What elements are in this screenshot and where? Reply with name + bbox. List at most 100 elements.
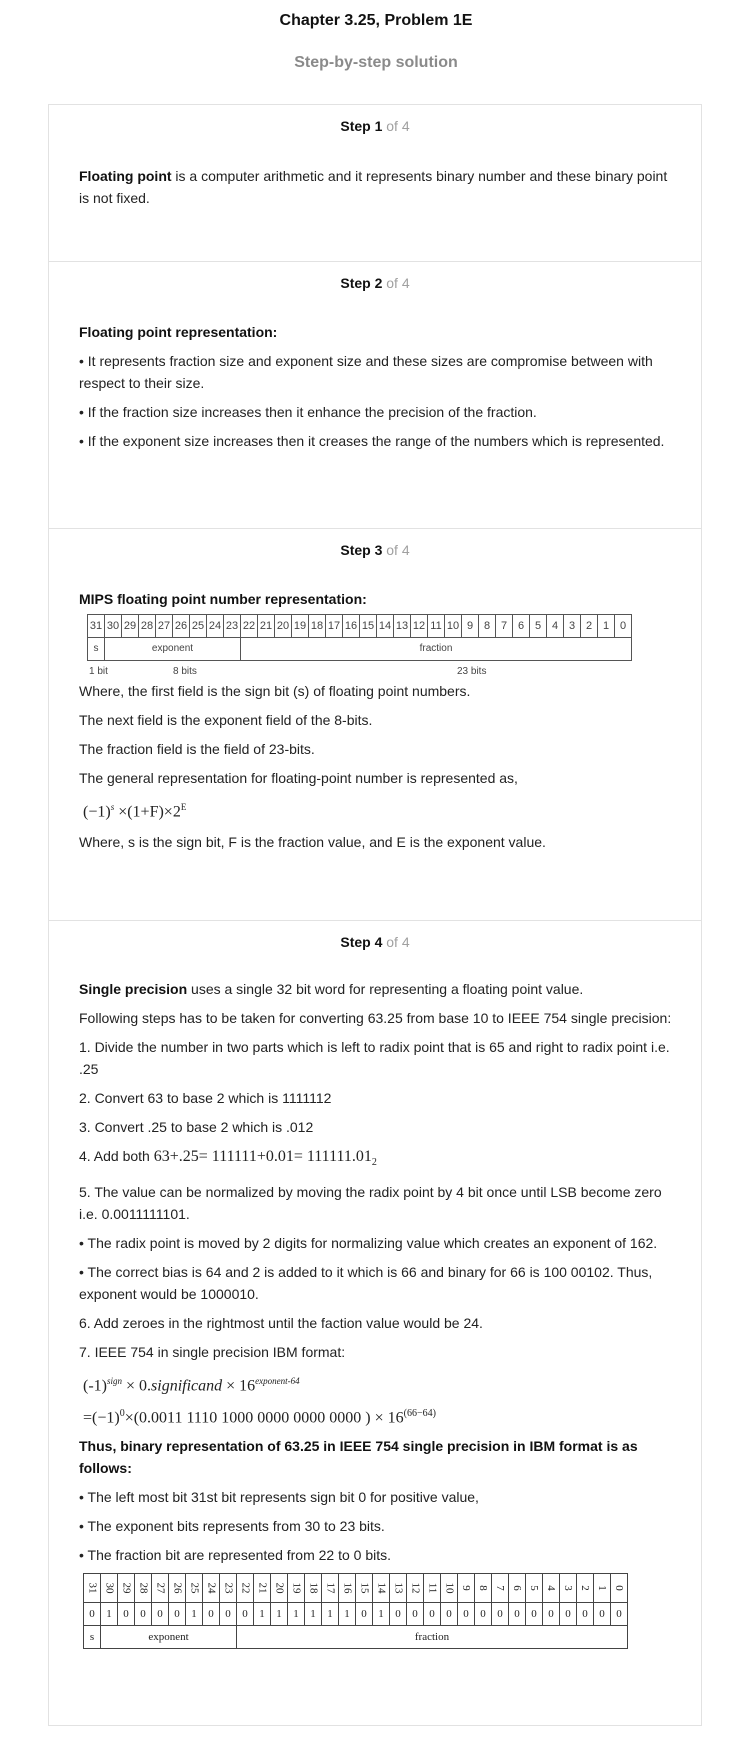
bit-value-cell: 0 [457, 1602, 475, 1627]
text-line: Where, the first field is the sign bit (… [79, 683, 471, 699]
bit-number-cell: 6 [512, 614, 530, 638]
bullet-item: • If the fraction size increases then it… [79, 404, 537, 420]
text-line: The fraction field is the field of 23-bi… [79, 741, 315, 757]
step-1: Step 1 of 4 Floating point is a computer… [49, 105, 701, 262]
bit-number-cell: 0 [614, 614, 632, 638]
bit-value-cell: 0 [491, 1602, 509, 1627]
step-1-header: Step 1 of 4 [49, 118, 701, 134]
fraction-field: fraction [236, 1625, 628, 1650]
bit-number-cell: 22 [240, 614, 258, 638]
bit-number-cell: 19 [291, 614, 309, 638]
bit-value-row: 01000010001111110100000000000000 [83, 1602, 628, 1627]
bit-number-row: 31 30 29 28 27 26 25 24 23 22 21 20 19 18 17 16 15 14 13 12… [87, 614, 632, 638]
bit-value-cell: 0 [508, 1602, 526, 1627]
step-3-body: MIPS floating point number representatio… [79, 588, 679, 860]
bit-number-cell: 30 [104, 614, 122, 638]
bit-value-cell: 1 [270, 1602, 288, 1627]
bullet-item: • The correct bias is 64 and 2 is added … [79, 1263, 653, 1302]
bullet-item: • The exponent bits represents from 30 t… [79, 1518, 385, 1535]
bit-number-cell: 29 [121, 614, 139, 638]
sign-field: s [87, 637, 105, 661]
section-heading: MIPS floating point number representatio… [79, 591, 367, 607]
step-4-header: Step 4 of 4 [49, 934, 701, 950]
exponent-field: exponent [100, 1625, 237, 1650]
exponent-field: exponent [104, 637, 241, 661]
bit-number-cell: 9 [461, 614, 479, 638]
bit-value-cell: 0 [202, 1602, 220, 1627]
bit-value-cell: 0 [389, 1602, 407, 1627]
step-3: Step 3 of 4 MIPS floating point number r… [49, 529, 701, 921]
step-4-body: Single precision uses a single 32 bit wo… [79, 978, 679, 1650]
bit-value-cell: 0 [151, 1602, 169, 1627]
step-4: Step 4 of 4 Single precision uses a sing… [49, 921, 701, 1725]
bit-value-cell: 1 [100, 1602, 118, 1627]
bit-value-cell: 0 [610, 1602, 628, 1627]
bit-number-cell: 24 [206, 614, 224, 638]
bit-value-cell: 1 [185, 1602, 203, 1627]
step-count: of 4 [386, 118, 410, 134]
step-count: of 4 [386, 934, 410, 950]
list-item: 1. Divide the number in two parts which … [79, 1039, 670, 1077]
conclusion-text: Thus, binary representation of 63.25 in … [79, 1438, 638, 1477]
bit-number-cell: 23 [223, 614, 241, 638]
field-sizes: 1 bit 8 bits 23 bits [87, 661, 679, 677]
page-title: Chapter 3.25, Problem 1E [279, 12, 473, 29]
term-single-precision: Single precision [79, 981, 188, 997]
bit-number-cell: 17 [325, 614, 343, 638]
bit-value-cell: 0 [117, 1602, 135, 1627]
bit-number-cell: 12 [410, 614, 428, 638]
bit-value-cell: 0 [559, 1602, 577, 1627]
ibm-format-equation: (-1)sign × 0.significand × 16exponent-64 [83, 1375, 300, 1395]
step-3-header: Step 3 of 4 [49, 542, 701, 558]
bit-number-cell: 27 [155, 614, 173, 638]
fraction-size: 23 bits [457, 666, 487, 677]
bit-number-cell: 31 [87, 614, 105, 638]
bit-value-cell: 0 [593, 1602, 611, 1627]
bit-value-cell: 1 [287, 1602, 305, 1627]
bit-value-cell: 0 [134, 1602, 152, 1627]
bit-value-cell: 0 [474, 1602, 492, 1627]
text-line: Following steps has to be taken for conv… [79, 1010, 672, 1026]
bit-number-row: 31 30 29 28 27 26 25 24 23 22 21 20 19 18 17 16 15 14 13 12… [83, 1573, 628, 1604]
step-2-header: Step 2 of 4 [49, 275, 701, 291]
mips-bit-layout-table: 31 30 29 28 27 26 25 24 23 22 21 20 19 18 17 16 15 14 13 12… [87, 614, 632, 661]
bit-value-cell: 0 [406, 1602, 424, 1627]
bit-value-cell: 0 [576, 1602, 594, 1627]
bit-value-cell: 0 [236, 1602, 254, 1627]
step-count: of 4 [386, 275, 410, 291]
bit-value-cell: 0 [168, 1602, 186, 1627]
bit-number-cell: 18 [308, 614, 326, 638]
bit-value-cell: 1 [253, 1602, 271, 1627]
bit-number-cell: 7 [495, 614, 513, 638]
bit-number-cell: 1 [597, 614, 615, 638]
list-item: 3. Convert .25 to base 2 which is .012 [79, 1119, 314, 1135]
bit-number-cell: 25 [189, 614, 207, 638]
bit-number-cell: 3 [563, 614, 581, 638]
step-2-body: Floating point representation: • It repr… [79, 321, 679, 459]
general-formula: (−1)s ×(1+F)×2E [83, 802, 187, 821]
bit-value-cell: 0 [542, 1602, 560, 1627]
bit-number-cell: 14 [376, 614, 394, 638]
field-row: s exponent fraction [83, 1625, 628, 1650]
ibm-value-equation: =(−1)0×(0.0011 1110 1000 0000 0000 0000 … [83, 1408, 436, 1427]
list-item: 6. Add zeroes in the rightmost until the… [79, 1314, 483, 1331]
bit-number-cell: 21 [257, 614, 275, 638]
intro-text: uses a single 32 bit word for representi… [187, 981, 584, 997]
text-line: The general representation for floating-… [79, 770, 518, 786]
bit-value-cell: 0 [423, 1602, 441, 1627]
step-2: Step 2 of 4 Floating point representatio… [49, 262, 701, 529]
bullet-item: • It represents fraction size and expone… [79, 353, 653, 391]
bit-number-cell: 28 [138, 614, 156, 638]
page-subtitle: Step-by-step solution [294, 54, 458, 71]
bullet-item: • The left most bit 31st bit represents … [79, 1489, 479, 1506]
bit-number-cell: 2 [580, 614, 598, 638]
bit-value-cell: 1 [372, 1602, 390, 1627]
list-item: 2. Convert 63 to base 2 which is 1111112 [79, 1090, 332, 1106]
bit-number-cell: 16 [342, 614, 360, 638]
bit-number-cell: 10 [444, 614, 462, 638]
bit-value-cell: 0 [525, 1602, 543, 1627]
bit-value-cell: 0 [219, 1602, 237, 1627]
bit-number-cell: 0 [610, 1573, 628, 1604]
solution-container: Step 1 of 4 Floating point is a computer… [48, 104, 702, 1726]
step-count: of 4 [386, 542, 410, 558]
